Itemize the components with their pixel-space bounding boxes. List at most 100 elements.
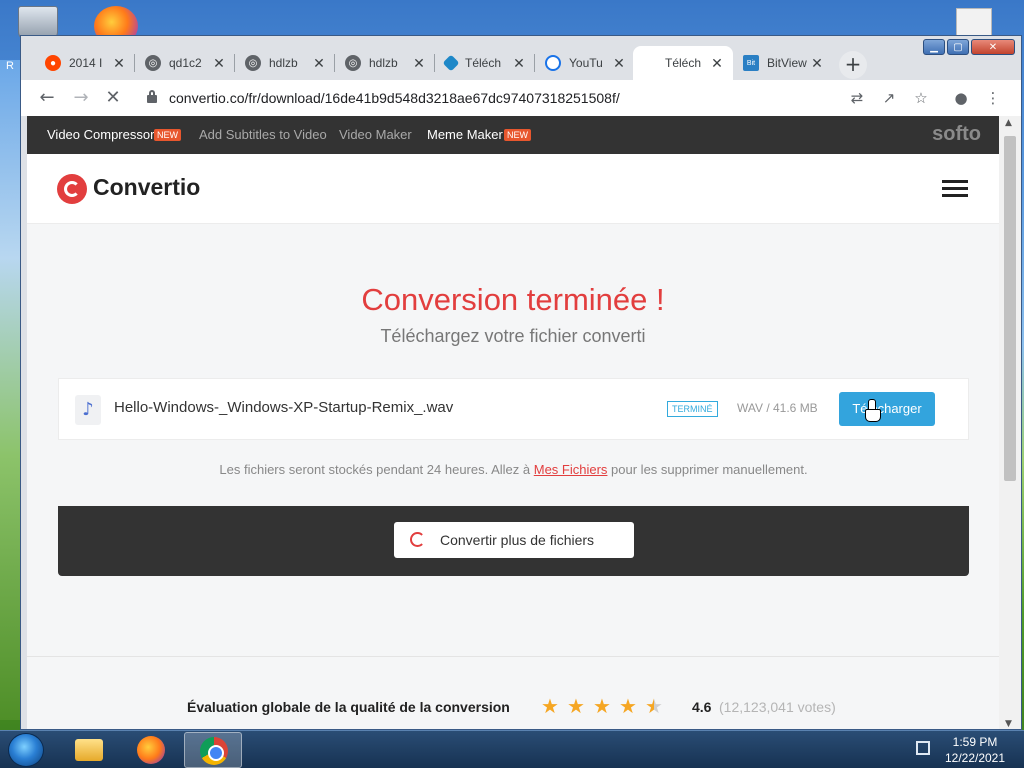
music-note-icon: ♪ (75, 395, 101, 425)
softo-logo[interactable]: softo (932, 123, 981, 146)
new-tab-button[interactable]: + (839, 51, 867, 79)
convert-more-panel: Convertir plus de fichiers (58, 506, 969, 576)
star-icon[interactable]: ★ (565, 694, 587, 718)
globe-icon: ◎ (145, 55, 161, 71)
profile-avatar-icon[interactable]: ● (949, 86, 973, 110)
bitview-icon: Bit (743, 55, 759, 71)
tab-close-icon[interactable]: ✕ (411, 55, 427, 72)
file-format-size: WAV / 41.6 MB (737, 401, 818, 415)
tab-title: Téléch (665, 56, 702, 70)
share-icon[interactable]: ↗ (877, 86, 901, 110)
scroll-up-arrow-icon[interactable]: ▲ (1005, 118, 1012, 128)
tab-telech-active[interactable]: Téléch ✕ (633, 46, 733, 80)
firefox-icon (137, 736, 165, 764)
page-scrollbar[interactable]: ▲ ▼ (999, 116, 1021, 729)
tab-close-icon[interactable]: ✕ (211, 55, 227, 72)
file-name: Hello-Windows-_Windows-XP-Startup-Remix_… (114, 399, 454, 416)
clock-date: 12/22/2021 (944, 751, 1006, 765)
page-subtitle: Téléchargez votre fichier converti (380, 326, 646, 346)
star-icon[interactable]: ★ (617, 694, 639, 718)
storage-info: Les fichiers seront stockés pendant 24 h… (58, 440, 969, 506)
tab-close-icon[interactable]: ✕ (809, 55, 825, 72)
tab-title: 2014 I (69, 56, 103, 70)
close-window-button[interactable]: ✕ (971, 39, 1015, 55)
file-row: ♪ Hello-Windows-_Windows-XP-Startup-Remi… (58, 378, 969, 440)
rating-votes: (12,123,041 votes) (719, 699, 836, 715)
convert-more-label: Convertir plus de fichiers (440, 532, 595, 548)
page-title: Conversion terminée ! (361, 282, 665, 317)
status-badge: TERMINÉ (667, 401, 718, 417)
tab-reddit[interactable]: ● 2014 I ✕ (37, 46, 135, 80)
rating-label: Évaluation globale de la qualité de la c… (187, 699, 510, 715)
back-arrow-icon[interactable]: ← (35, 86, 59, 110)
scroll-down-arrow-icon[interactable]: ▼ (1005, 719, 1012, 729)
nav-video-compressor[interactable]: Video Compressor (47, 127, 154, 142)
convertio-logo-icon[interactable] (57, 174, 87, 204)
site-header: Convertio (27, 154, 999, 224)
minimize-button[interactable]: ▁ (923, 39, 945, 55)
section-divider (27, 656, 999, 657)
bookmark-star-icon[interactable]: ☆ (909, 86, 933, 110)
window-controls: ▁ ▢ ✕ (923, 39, 1015, 55)
tab-youtube[interactable]: YouTu ✕ (537, 46, 635, 80)
globe-icon: ◎ (245, 55, 261, 71)
tab-qd1c2[interactable]: ◎ qd1c2 ✕ (137, 46, 235, 80)
nav-meme-maker[interactable]: Meme Maker (427, 127, 503, 142)
storage-info-text: Les fichiers seront stockés pendant 24 h… (219, 462, 534, 477)
tab-close-icon[interactable]: ✕ (511, 55, 527, 72)
browser-toolbar: ← → ✕ convertio.co/fr/download/16de41b9d… (21, 80, 1021, 116)
globe-icon: ◎ (345, 55, 361, 71)
url-text[interactable]: convertio.co/fr/download/16de41b9d548d32… (169, 90, 620, 106)
tab-title: hdlzb (369, 56, 398, 70)
new-badge: NEW (504, 129, 531, 141)
tab-close-icon[interactable]: ✕ (111, 55, 127, 72)
convert-more-button[interactable]: Convertir plus de fichiers (394, 522, 634, 558)
start-button-icon[interactable] (8, 733, 44, 767)
tab-strip: ● 2014 I ✕ ◎ qd1c2 ✕ ◎ hdlzb ✕ ◎ hdlzb ✕… (21, 36, 1021, 80)
menu-kebab-icon[interactable]: ⋮ (981, 86, 1005, 110)
refresh-icon (410, 532, 425, 547)
forward-arrow-icon[interactable]: → (69, 86, 93, 110)
hamburger-menu-icon[interactable] (942, 180, 968, 198)
taskbar-firefox[interactable] (122, 732, 180, 768)
system-clock[interactable]: 1:59 PM 12/22/2021 (940, 734, 1010, 766)
new-badge: NEW (154, 129, 181, 141)
taskbar-explorer[interactable] (60, 732, 118, 768)
tab-telech-1[interactable]: Téléch ✕ (437, 46, 535, 80)
download-button[interactable]: Télécharger (839, 392, 935, 426)
blank-icon (641, 55, 657, 71)
tab-close-icon[interactable]: ✕ (311, 55, 327, 72)
tab-hdlzb-1[interactable]: ◎ hdlzb ✕ (237, 46, 335, 80)
hand-cursor-icon (865, 399, 881, 422)
nav-video-maker[interactable]: Video Maker (339, 127, 412, 142)
translate-icon[interactable]: ⇄ (845, 86, 869, 110)
diamond-icon (442, 54, 460, 72)
cloud-download-icon (545, 55, 561, 71)
maximize-button[interactable]: ▢ (947, 39, 969, 55)
tab-title: BitView (767, 56, 807, 70)
rating-score: 4.6 (692, 699, 712, 715)
my-files-link[interactable]: Mes Fichiers (534, 462, 608, 477)
folder-icon (75, 739, 103, 761)
storage-info-text-end: pour les supprimer manuellement. (607, 462, 808, 477)
network-tray-icon[interactable] (916, 741, 930, 755)
lock-icon[interactable] (147, 90, 157, 103)
tab-title: YouTu (569, 56, 603, 70)
taskbar-chrome[interactable] (184, 732, 242, 768)
scroll-thumb[interactable] (1004, 136, 1016, 481)
star-icon[interactable]: ★ (591, 694, 613, 718)
half-star-icon[interactable]: ★ (643, 694, 665, 718)
convertio-logo-text[interactable]: Convertio (93, 174, 200, 201)
star-icon[interactable]: ★ (539, 694, 561, 718)
tab-close-icon[interactable]: ✕ (611, 55, 627, 72)
tab-bitview[interactable]: Bit BitView ✕ (735, 46, 833, 80)
address-bar[interactable]: convertio.co/fr/download/16de41b9d548d32… (139, 85, 887, 111)
stop-loading-icon[interactable]: ✕ (101, 86, 125, 110)
tab-hdlzb-2[interactable]: ◎ hdlzb ✕ (337, 46, 435, 80)
tab-title: Téléch (465, 56, 502, 70)
desktop-background (0, 60, 20, 720)
nav-add-subtitles[interactable]: Add Subtitles to Video (199, 127, 327, 142)
tab-close-icon[interactable]: ✕ (709, 55, 725, 72)
chrome-icon (200, 737, 228, 765)
rating-stars[interactable]: ★ ★ ★ ★ ★ (539, 694, 665, 718)
